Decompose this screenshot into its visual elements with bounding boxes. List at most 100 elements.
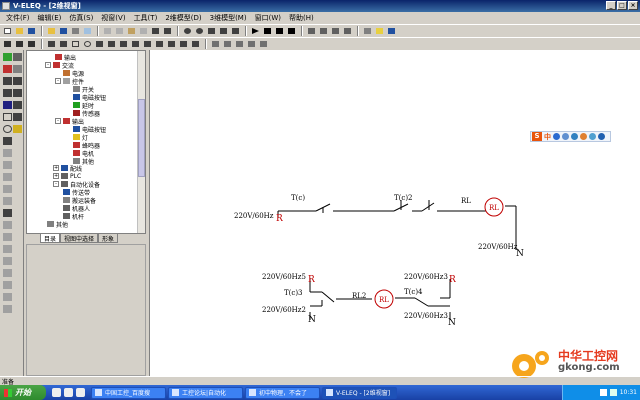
rect-icon[interactable] — [70, 39, 81, 49]
new-file-icon[interactable] — [2, 26, 13, 36]
zoom-fit-icon[interactable] — [206, 26, 217, 36]
arrow-icon[interactable] — [46, 39, 57, 49]
pan-icon[interactable] — [230, 26, 241, 36]
tile-v-icon[interactable] — [222, 39, 233, 49]
title-bar[interactable]: V-ELEQ - [2维视窗] _ □ × — [0, 0, 640, 12]
menu-2d-model[interactable]: 2维模型(D) — [161, 13, 205, 23]
tab-catalog[interactable]: 目录 — [40, 234, 61, 243]
play-icon[interactable] — [250, 26, 261, 36]
lamp-rl[interactable]: RL — [484, 197, 504, 217]
delete-icon[interactable] — [138, 26, 149, 36]
maximize-button[interactable]: □ — [617, 1, 627, 10]
move-icon[interactable] — [118, 39, 129, 49]
close-button[interactable]: × — [628, 1, 638, 10]
layers-icon[interactable] — [330, 26, 341, 36]
view-3d-icon[interactable] — [14, 39, 25, 49]
rotate-icon[interactable] — [130, 39, 141, 49]
pause-icon[interactable] — [262, 26, 273, 36]
tree-item[interactable]: 其他 — [47, 220, 68, 229]
tool-k-icon[interactable] — [3, 281, 12, 289]
tool-pen-icon[interactable] — [3, 209, 12, 217]
start-button[interactable]: 开始 — [0, 385, 46, 400]
tool-i-icon[interactable] — [3, 257, 12, 265]
paste-icon[interactable] — [126, 26, 137, 36]
tree-item[interactable]: - 输出 — [55, 117, 84, 126]
properties-icon[interactable] — [342, 26, 353, 36]
zoom-out-icon[interactable] — [194, 26, 205, 36]
tool-angle-icon[interactable] — [3, 101, 12, 109]
tree-item[interactable]: - 交流 — [45, 61, 74, 70]
tools-icon[interactable] — [589, 133, 596, 140]
ie-icon[interactable] — [52, 388, 61, 397]
menu-edit[interactable]: 编辑(E) — [34, 13, 66, 23]
tab-image[interactable]: 形象 — [98, 234, 119, 243]
mirror-icon[interactable] — [142, 39, 153, 49]
menu-window[interactable]: 窗口(W) — [251, 13, 285, 23]
undo-icon[interactable] — [150, 26, 161, 36]
tool-b-icon[interactable] — [3, 161, 12, 169]
taskbar-item[interactable]: 中国工控_百度搜 — [91, 386, 166, 399]
desktop-icon[interactable] — [64, 388, 73, 397]
menu-icon[interactable] — [598, 133, 605, 140]
tool-d-icon[interactable] — [3, 185, 12, 193]
network-icon[interactable] — [609, 389, 617, 396]
tool-grey-icon[interactable] — [13, 53, 22, 61]
arc-icon[interactable] — [94, 39, 105, 49]
tool-l-icon[interactable] — [3, 293, 12, 301]
tool-red-icon[interactable] — [3, 65, 12, 73]
circle-icon[interactable] — [82, 39, 93, 49]
print-setup-icon[interactable] — [362, 26, 373, 36]
grid-icon[interactable] — [306, 26, 317, 36]
tool-ellipse-icon[interactable] — [3, 125, 12, 133]
save-icon[interactable] — [26, 26, 37, 36]
tool-link-icon[interactable] — [3, 89, 12, 97]
skin-icon[interactable] — [580, 133, 587, 140]
moon-icon[interactable] — [553, 133, 560, 140]
drawing-canvas[interactable]: RL RL T(c) T(c)2 RL 220V/60Hz R 220V/60H… — [149, 50, 640, 376]
tool-e-icon[interactable] — [3, 197, 12, 205]
tool-f-icon[interactable] — [3, 221, 12, 229]
tool-g-icon[interactable] — [3, 233, 12, 241]
stop-icon[interactable] — [274, 26, 285, 36]
copy-icon[interactable] — [114, 26, 125, 36]
tool-box-icon[interactable] — [13, 113, 22, 121]
view-split-icon[interactable] — [26, 39, 37, 49]
tree-item[interactable]: + 配线 — [53, 164, 82, 173]
select-icon[interactable] — [190, 39, 201, 49]
scale-icon[interactable] — [154, 39, 165, 49]
tool-j-icon[interactable] — [3, 269, 12, 277]
tool-pointer-icon[interactable] — [3, 77, 12, 85]
lamp-rl2[interactable]: RL — [374, 289, 394, 309]
line-icon[interactable] — [58, 39, 69, 49]
redo-icon[interactable] — [162, 26, 173, 36]
taskbar-item[interactable]: 初中物理，不会了 — [245, 386, 320, 399]
crosshair-icon[interactable] — [166, 39, 177, 49]
menu-file[interactable]: 文件(F) — [2, 13, 34, 23]
minimize-button[interactable]: _ — [606, 1, 616, 10]
taskbar-item[interactable]: 工控论坛|自动化 — [168, 386, 243, 399]
ime-mode[interactable]: 中 — [544, 132, 551, 142]
sogou-logo-icon[interactable]: S — [532, 132, 542, 141]
preview-icon[interactable] — [82, 26, 93, 36]
clock[interactable]: 10:31 — [620, 389, 637, 396]
taskbar-item-active[interactable]: V-ELEQ - [2维视窗] — [322, 386, 397, 399]
scroll-thumb[interactable] — [138, 99, 145, 177]
tool-node-icon[interactable] — [13, 89, 22, 97]
help-icon[interactable] — [386, 26, 397, 36]
window-icon[interactable] — [258, 39, 269, 49]
tool-rect-icon[interactable] — [3, 113, 12, 121]
tool-green-icon[interactable] — [3, 53, 12, 61]
save-as-icon[interactable] — [58, 26, 69, 36]
view-2d-icon[interactable] — [2, 39, 13, 49]
tool-c-icon[interactable] — [3, 173, 12, 181]
keyboard-icon[interactable] — [571, 133, 578, 140]
step-icon[interactable] — [286, 26, 297, 36]
cut-icon[interactable] — [102, 26, 113, 36]
tree-item[interactable]: 电磁按钮 — [73, 125, 106, 134]
print-icon[interactable] — [70, 26, 81, 36]
volume-icon[interactable] — [599, 389, 607, 396]
tree-item[interactable]: - 控件 — [55, 77, 84, 86]
tool-a-icon[interactable] — [3, 149, 12, 157]
ime-toolbar[interactable]: S 中 — [530, 131, 611, 142]
tool-m-icon[interactable] — [3, 305, 12, 313]
